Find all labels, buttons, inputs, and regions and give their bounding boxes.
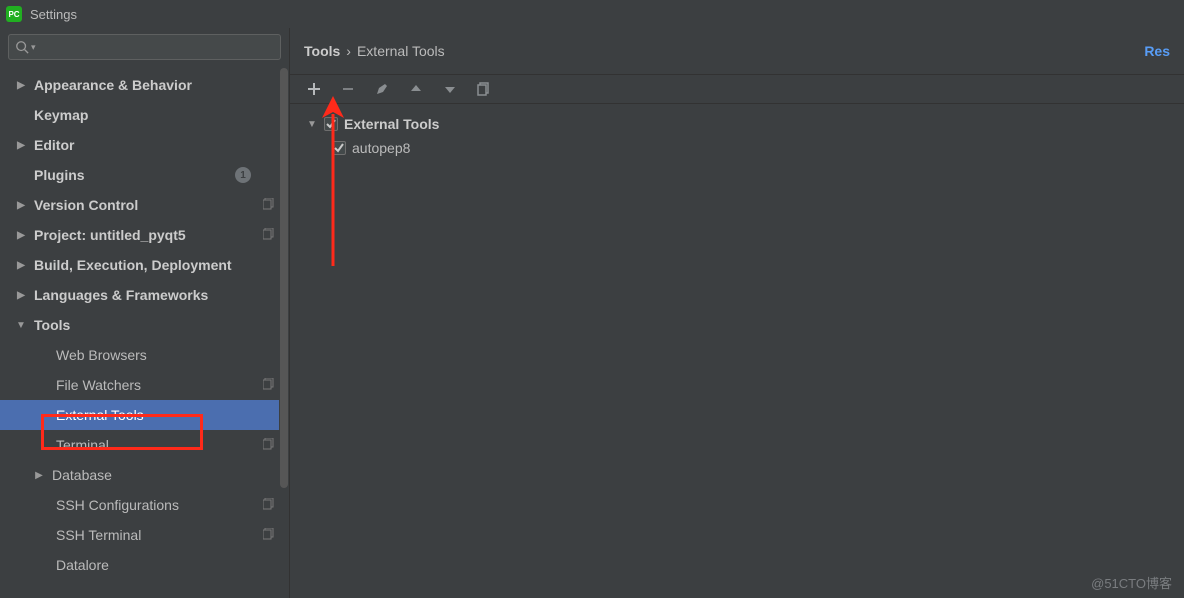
window-title: Settings [30,7,77,22]
chevron-right-icon[interactable]: ▶ [14,200,28,211]
sidebar-item-editor[interactable]: ▶ Editor [0,130,289,160]
reset-link[interactable]: Res [1144,43,1170,59]
sidebar-item-ssh-configurations[interactable]: SSH Configurations [0,490,289,520]
app-icon: PC [6,6,22,22]
search-icon [15,40,29,54]
sidebar-item-datalore[interactable]: Datalore [0,550,289,580]
sidebar-item-database[interactable]: ▶ Database [0,460,289,490]
project-scope-icon [263,197,275,213]
tool-item-row[interactable]: autopep8 [306,136,1168,160]
edit-button[interactable] [374,81,390,97]
chevron-right-icon[interactable]: ▶ [14,290,28,301]
sidebar-item-appearance-behavior[interactable]: ▶ Appearance & Behavior [0,70,289,100]
sidebar-item-label: Appearance & Behavior [34,77,192,93]
sidebar-item-ssh-terminal[interactable]: SSH Terminal [0,520,289,550]
sidebar-item-terminal[interactable]: Terminal [0,430,289,460]
tool-item-label: autopep8 [352,140,410,156]
breadcrumb-separator-icon: › [346,43,351,59]
sidebar-item-keymap[interactable]: Keymap [0,100,289,130]
chevron-right-icon[interactable]: ▶ [14,230,28,241]
toolbar [290,74,1184,104]
sidebar-item-label: External Tools [56,407,144,423]
search-input[interactable]: ▾ [8,34,281,60]
sidebar-item-label: File Watchers [56,377,141,393]
sidebar-item-build-execution-deployment[interactable]: ▶ Build, Execution, Deployment [0,250,289,280]
update-count-badge: 1 [235,167,251,183]
sidebar-item-label: Database [52,467,112,483]
copy-button[interactable] [476,81,492,97]
chevron-down-icon[interactable]: ▼ [14,320,28,331]
project-scope-icon [263,437,275,453]
tool-group-label: External Tools [344,116,439,132]
sidebar-item-label: SSH Terminal [56,527,141,543]
sidebar-item-web-browsers[interactable]: Web Browsers [0,340,289,370]
settings-tree: ▶ Appearance & Behavior Keymap ▶ Editor Plugi… [0,66,289,598]
breadcrumb-leaf: External Tools [357,43,445,59]
chevron-right-icon[interactable]: ▶ [32,470,46,481]
sidebar-item-external-tools[interactable]: External Tools [0,400,289,430]
sidebar-item-label: Datalore [56,557,109,573]
chevron-right-icon[interactable]: ▶ [14,140,28,151]
titlebar: PC Settings [0,0,1184,28]
tool-group-row[interactable]: ▼ External Tools [306,112,1168,136]
move-down-button[interactable] [442,81,458,97]
sidebar-item-label: Build, Execution, Deployment [34,257,232,273]
sidebar-item-file-watchers[interactable]: File Watchers [0,370,289,400]
sidebar-item-tools[interactable]: ▼ Tools [0,310,289,340]
sidebar-item-languages-frameworks[interactable]: ▶ Languages & Frameworks [0,280,289,310]
breadcrumb: Tools › External Tools Res [290,28,1184,74]
sidebar-item-label: Plugins [34,167,85,183]
chevron-right-icon[interactable]: ▶ [14,260,28,271]
breadcrumb-root[interactable]: Tools [304,43,340,59]
external-tools-tree: ▼ External Tools autopep8 [290,104,1184,168]
sidebar-scrollbar[interactable] [279,68,289,598]
sidebar-item-label: Tools [34,317,70,333]
sidebar-item-label: Project: untitled_pyqt5 [34,227,186,243]
sidebar-item-version-control[interactable]: ▶ Version Control [0,190,289,220]
sidebar-item-label: Editor [34,137,74,153]
project-scope-icon [263,527,275,543]
chevron-down-icon[interactable]: ▼ [306,119,318,130]
remove-button[interactable] [340,81,356,97]
sidebar-item-project-untitled-pyqt5[interactable]: ▶ Project: untitled_pyqt5 [0,220,289,250]
move-up-button[interactable] [408,81,424,97]
tool-checkbox[interactable] [332,141,346,155]
add-button[interactable] [306,81,322,97]
sidebar-item-plugins[interactable]: Plugins 1 [0,160,289,190]
sidebar-item-label: Web Browsers [56,347,147,363]
project-scope-icon [263,497,275,513]
project-scope-icon [263,227,275,243]
search-history-caret-icon[interactable]: ▾ [31,42,36,53]
sidebar-item-label: Version Control [34,197,138,213]
project-scope-icon [263,377,275,393]
content-panel: Tools › External Tools Res ▼ External To… [290,28,1184,598]
sidebar-item-label: Keymap [34,107,88,123]
sidebar: ▾ ▶ Appearance & Behavior Keymap ▶ Editor Plu… [0,28,290,598]
sidebar-item-label: Terminal [56,437,109,453]
watermark: @51CTO博客 [1091,573,1172,592]
group-checkbox[interactable] [324,117,338,131]
sidebar-item-label: Languages & Frameworks [34,287,208,303]
sidebar-item-label: SSH Configurations [56,497,179,513]
chevron-right-icon[interactable]: ▶ [14,80,28,91]
